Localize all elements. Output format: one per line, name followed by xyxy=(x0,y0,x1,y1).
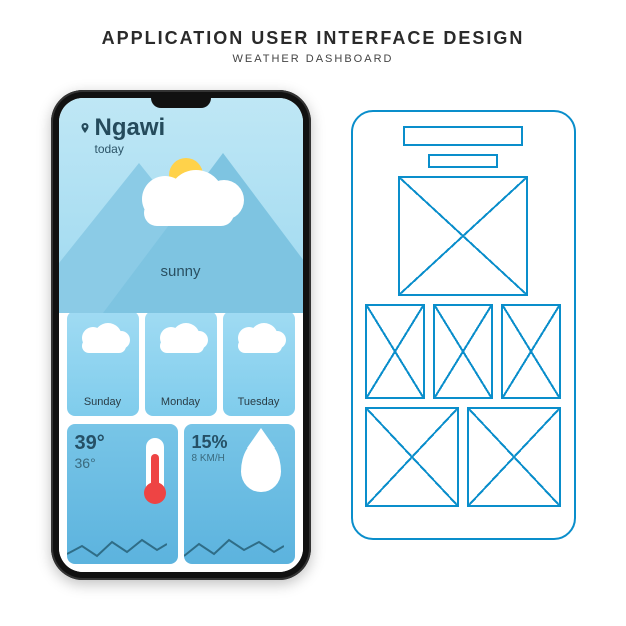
wireframe-panel xyxy=(351,110,576,540)
stats-row: 39° 36° 15% 8 KM/H xyxy=(67,424,295,564)
forecast-card-monday[interactable]: Monday xyxy=(145,311,217,416)
sparkline-icon xyxy=(67,534,167,564)
wireframe-subtitle-box xyxy=(428,154,498,168)
forecast-row: Sunday Monday Tuesday xyxy=(67,311,295,416)
wireframe-day-box xyxy=(433,304,493,399)
condition-label: sunny xyxy=(59,263,303,280)
phone-mockup: Ngawi today sunny Sunday xyxy=(51,90,311,580)
forecast-card-tuesday[interactable]: Tuesday xyxy=(223,311,295,416)
cloud-icon xyxy=(134,170,234,216)
sparkline-icon xyxy=(184,534,284,564)
wireframe-day-box xyxy=(365,304,425,399)
hero-panel: Ngawi today sunny xyxy=(59,98,303,313)
wireframe-hero-box xyxy=(398,176,528,296)
details-panel: Sunday Monday Tuesday xyxy=(59,301,303,572)
wireframe-stat-box xyxy=(365,407,459,507)
location-pin-icon xyxy=(79,122,91,134)
partly-sunny-icon xyxy=(156,321,206,351)
wireframe-day-box xyxy=(501,304,561,399)
day-label: today xyxy=(95,142,124,156)
humidity-card[interactable]: 15% 8 KM/H xyxy=(184,424,295,564)
forecast-day-label: Tuesday xyxy=(238,396,280,408)
cloud-icon xyxy=(78,321,128,351)
forecast-day-label: Sunday xyxy=(84,396,121,408)
wireframe-stat-box xyxy=(467,407,561,507)
page-title: APPLICATION USER INTERFACE DESIGN xyxy=(0,0,626,49)
cloud-icon xyxy=(234,321,284,351)
forecast-card-sunday[interactable]: Sunday xyxy=(67,311,139,416)
app-screen: Ngawi today sunny Sunday xyxy=(59,98,303,572)
location-header[interactable]: Ngawi xyxy=(79,114,166,142)
page-subtitle: WEATHER DASHBOARD xyxy=(0,53,626,65)
thermometer-icon xyxy=(146,438,164,498)
forecast-day-label: Monday xyxy=(161,396,200,408)
location-name: Ngawi xyxy=(95,114,166,142)
temperature-card[interactable]: 39° 36° xyxy=(67,424,178,564)
wireframe-title-box xyxy=(403,126,523,146)
